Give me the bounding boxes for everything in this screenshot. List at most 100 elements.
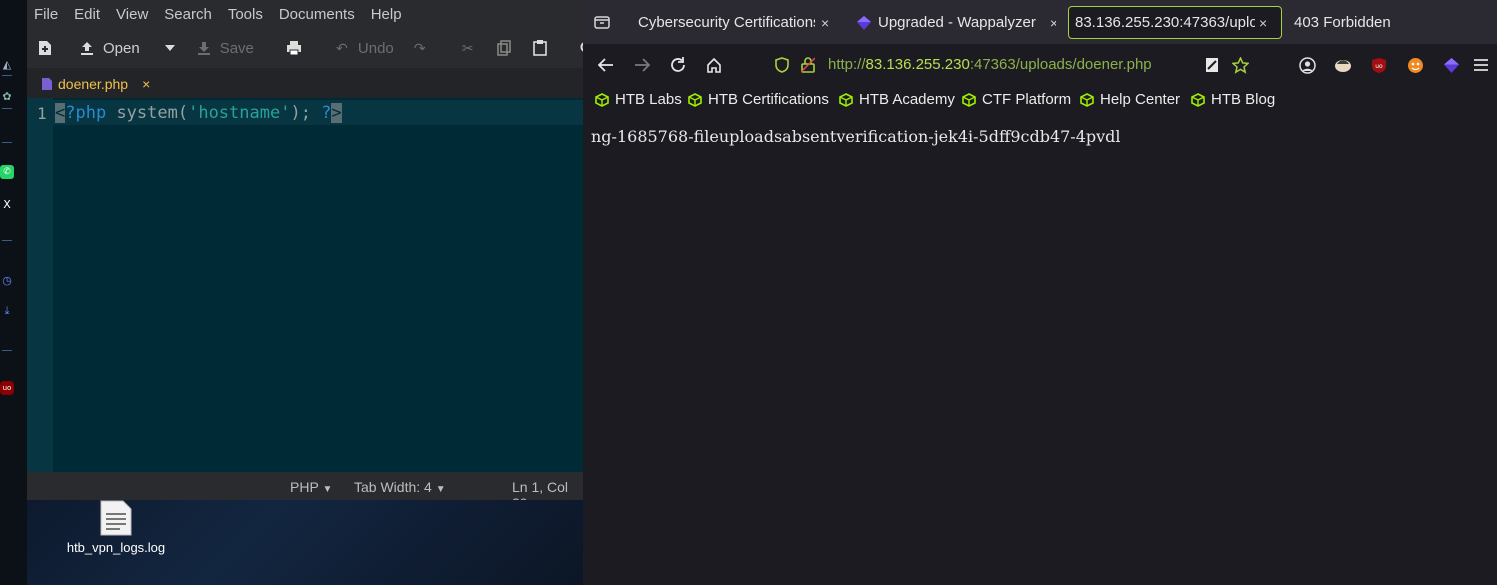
copy-button[interactable] [496,40,512,56]
bookmark-star-icon[interactable] [1231,56,1249,74]
svg-text:uo: uo [1375,63,1383,70]
scissors-icon: ✂ [461,39,474,56]
bookmark-label: HTB Certifications [708,91,829,108]
bookmarks-bar: HTB Labs HTB Certifications HTB Academy … [583,86,1497,116]
php-file-icon [41,77,53,91]
dock-separator [2,108,12,109]
bookmark-label: HTB Labs [615,91,682,108]
wappalyzer-icon[interactable] [1442,56,1460,74]
url-host: 83.136.255.230 [865,56,970,73]
menu-help[interactable]: Help [371,6,402,23]
tracking-shield-icon[interactable] [773,56,791,74]
bracket-highlight: < [55,103,66,123]
clock-icon[interactable]: ◷ [0,273,14,287]
clipboard-icon [532,40,548,56]
new-button[interactable] [37,40,61,56]
paste-button[interactable] [532,40,548,56]
left-dock: ◭ ✿ ✆ X ◷ ⤓ uo [0,0,27,585]
download-icon[interactable]: ⤓ [0,304,14,318]
kali-icon[interactable]: ◭ [0,57,14,71]
tab-wappalyzer[interactable]: Upgraded - Wappalyzer × [856,6,1056,39]
tab-title: Cybersecurity Certifications [638,14,815,31]
bookmark-htb-academy[interactable]: HTB Academy [839,91,955,108]
download-icon [196,40,212,56]
chatgpt-icon[interactable]: ✿ [0,89,14,103]
htb-cube-icon [1191,92,1205,107]
htb-cube-icon [595,92,609,107]
menu-view[interactable]: View [116,6,148,23]
chevron-down-icon: ▼ [322,484,333,495]
back-icon[interactable] [597,56,615,74]
bookmark-htb-blog[interactable]: HTB Blog [1191,91,1275,108]
ublock-icon[interactable]: uo [0,381,14,395]
bookmark-htb-certifications[interactable]: HTB Certifications [688,91,829,108]
copy-icon [496,40,512,56]
tab-width-label: Tab Width: 4 [354,479,432,495]
desktop-file[interactable]: htb_vpn_logs.log [61,500,171,555]
cookie-extension-icon[interactable] [1334,56,1352,74]
menu-edit[interactable]: Edit [74,6,100,23]
close-tab-icon[interactable]: × [1050,15,1056,31]
cut-button[interactable]: ✂ [460,40,476,56]
dock-separator [2,75,12,76]
foxyproxy-icon[interactable] [1406,56,1424,74]
code-function: system( [106,103,189,123]
dock-separator [2,142,12,143]
page-action-icon[interactable] [1203,56,1221,74]
account-icon[interactable] [1298,56,1316,74]
bookmark-ctf-platform[interactable]: CTF Platform [962,91,1071,108]
htb-cube-icon [688,92,702,107]
reload-icon[interactable] [669,56,687,74]
redo-icon: ↷ [413,39,426,56]
menu-documents[interactable]: Documents [279,6,355,23]
browser-window: Cybersecurity Certifications × Upgraded … [583,0,1497,585]
language-label: PHP [290,479,319,495]
dock-separator [2,240,12,241]
document-tabs: doener.php × [27,68,583,98]
x-icon[interactable]: X [0,197,14,211]
dock-separator [2,350,12,351]
language-selector[interactable]: PHP ▼ [290,479,332,495]
undo-button[interactable]: ↶ Undo [334,40,394,57]
tab-width-selector[interactable]: Tab Width: 4 ▼ [354,479,446,495]
bookmark-htb-labs[interactable]: HTB Labs [595,91,682,108]
tab-doener-php[interactable]: 83.136.255.230:47363/uploads/doener.php … [1068,6,1282,39]
tab-title: 83.136.255.230:47363/uploads/doener.php [1075,14,1255,31]
insecure-lock-icon[interactable] [799,56,817,74]
print-button[interactable] [286,40,302,56]
menu-file[interactable]: File [34,6,58,23]
htb-cube-icon [839,92,853,107]
tab-403-forbidden[interactable]: 403 Forbidden [1294,6,1474,39]
ublock-origin-icon[interactable]: uo [1370,56,1388,74]
chevron-down-icon[interactable] [162,40,178,56]
line-gutter [27,98,53,472]
undo-icon: ↶ [336,39,348,56]
redo-button[interactable]: ↷ [412,40,428,56]
tab-doener-php[interactable]: doener.php × [41,72,150,96]
menu-tools[interactable]: Tools [228,6,263,23]
home-icon[interactable] [705,56,723,74]
new-document-icon [37,40,53,56]
menu-search[interactable]: Search [164,6,212,23]
tab-cybersecurity-certifications[interactable]: Cybersecurity Certifications × [638,6,838,39]
open-button[interactable]: Open [79,40,178,57]
line-number: 1 [37,104,47,123]
menu-icon[interactable] [1472,56,1490,74]
url-bar[interactable]: http://83.136.255.230:47363/uploads/doen… [828,56,1152,73]
browser-tabs: Cybersecurity Certifications × Upgraded … [583,0,1497,44]
whatsapp-icon[interactable]: ✆ [0,165,14,179]
desktop-file-name: htb_vpn_logs.log [66,540,166,555]
desktop-background: htb_vpn_logs.log [27,500,583,585]
tab-overview-icon[interactable] [593,13,611,31]
close-tab-icon[interactable]: × [1259,15,1267,31]
code-area[interactable]: 1 <?php system('hostname'); ?> [27,98,583,472]
chevron-down-icon: ▼ [435,484,446,495]
close-tab-icon[interactable]: × [821,15,829,31]
bookmark-help-center[interactable]: Help Center [1080,91,1180,108]
bracket-highlight: > [331,103,342,123]
forward-icon[interactable] [633,56,651,74]
close-tab-icon[interactable]: × [142,76,150,92]
wappalyzer-icon [856,15,872,31]
browser-navbar: http://83.136.255.230:47363/uploads/doen… [583,44,1497,86]
save-button[interactable]: Save [196,40,254,57]
